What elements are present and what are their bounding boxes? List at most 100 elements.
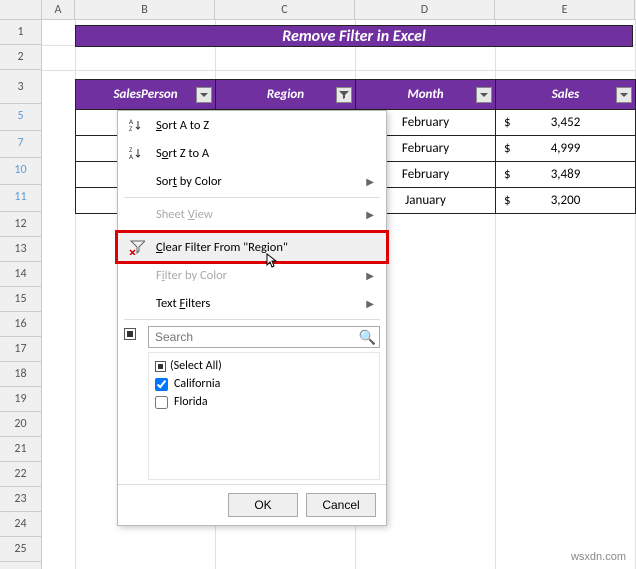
col-C[interactable]: C [215, 0, 355, 19]
cancel-button[interactable]: Cancel [306, 493, 376, 517]
ok-button[interactable]: OK [228, 493, 298, 517]
currency-symbol: $ [504, 167, 511, 182]
menu-button-bar: OK Cancel [118, 484, 386, 525]
page-title: Remove Filter in Excel [75, 25, 633, 47]
dropdown-icon [479, 90, 489, 100]
menu-separator [124, 319, 380, 320]
checkbox[interactable] [155, 396, 168, 409]
header-month: Month [356, 80, 496, 110]
row-21[interactable]: 21 [0, 437, 41, 462]
filter-checklist: (Select All) California Florida [148, 352, 380, 480]
row-2[interactable]: 2 [0, 45, 41, 70]
header-sales: Sales [496, 80, 636, 110]
search-input[interactable] [148, 326, 380, 348]
header-salesperson-label: SalesPerson [113, 87, 177, 102]
corner-cell[interactable] [0, 0, 42, 19]
dropdown-icon [619, 90, 629, 100]
menu-sort-color[interactable]: Sort by Color ▶ [118, 167, 386, 195]
row-1[interactable]: 1 [0, 20, 41, 45]
row-22[interactable]: 22 [0, 462, 41, 487]
row-23[interactable]: 23 [0, 487, 41, 512]
filter-button-region[interactable] [336, 87, 352, 103]
row-3[interactable]: 3 [0, 70, 41, 104]
cell-sales[interactable]: $4,999 [496, 136, 636, 162]
menu-sort-za[interactable]: ZA Sort Z to A [118, 139, 386, 167]
sales-value: 4,999 [551, 141, 581, 156]
check-label: Florida [174, 395, 208, 409]
cell-sales[interactable]: $3,200 [496, 188, 636, 214]
filter-button-salesperson[interactable] [196, 87, 212, 103]
menu-sort-color-label: Sort by Color [156, 174, 366, 189]
currency-symbol: $ [504, 115, 511, 130]
row-10[interactable]: 10 [0, 158, 41, 185]
menu-sort-za-label: Sort Z to A [156, 146, 378, 161]
chevron-right-icon: ▶ [366, 269, 378, 282]
highlight-box: Clear Filter From "Region" [115, 230, 389, 264]
currency-symbol: $ [504, 193, 511, 208]
tristate-checkbox[interactable] [124, 328, 136, 340]
clear-filter-icon [126, 239, 148, 255]
filter-context-menu: AZ Sort A to Z ZA Sort Z to A Sort by Co… [117, 110, 387, 526]
grid-area[interactable]: Remove Filter in Excel SalesPerson Regio… [42, 20, 636, 569]
svg-text:A: A [129, 152, 134, 161]
menu-sort-az[interactable]: AZ Sort A to Z [118, 111, 386, 139]
chevron-right-icon: ▶ [366, 208, 378, 221]
check-label: (Select All) [170, 359, 222, 373]
row-17[interactable]: 17 [0, 337, 41, 362]
check-label: California [174, 377, 220, 391]
row-18[interactable]: 18 [0, 362, 41, 387]
row-24[interactable]: 24 [0, 512, 41, 537]
filter-button-month[interactable] [476, 87, 492, 103]
row-14[interactable]: 14 [0, 262, 41, 287]
row-11[interactable]: 11 [0, 185, 41, 212]
header-salesperson: SalesPerson [76, 80, 216, 110]
menu-filter-color-label: Filter by Color [156, 268, 366, 283]
header-region: Region [216, 80, 356, 110]
menu-sort-az-label: Sort A to Z [156, 118, 378, 133]
col-B[interactable]: B [75, 0, 215, 19]
col-E[interactable]: E [495, 0, 635, 19]
watermark: wsxdn.com [571, 551, 626, 563]
sales-value: 3,452 [551, 115, 581, 130]
tristate-icon [155, 361, 166, 372]
search-icon: 🔍 [359, 329, 376, 346]
row-12[interactable]: 12 [0, 212, 41, 237]
check-florida[interactable]: Florida [151, 393, 377, 411]
currency-symbol: $ [504, 141, 511, 156]
row-7[interactable]: 7 [0, 131, 41, 158]
menu-sheet-view: Sheet View ▶ [118, 200, 386, 228]
col-D[interactable]: D [355, 0, 495, 19]
row-25[interactable]: 25 [0, 537, 41, 562]
sales-value: 3,200 [551, 193, 581, 208]
row-20[interactable]: 20 [0, 412, 41, 437]
col-A[interactable]: A [42, 0, 75, 19]
header-month-label: Month [407, 87, 443, 102]
sort-az-icon: AZ [126, 117, 148, 133]
header-region-label: Region [267, 87, 304, 102]
filter-button-sales[interactable] [616, 87, 632, 103]
filter-active-icon [339, 90, 349, 100]
checkbox[interactable] [155, 378, 168, 391]
sales-value: 3,489 [551, 167, 581, 182]
row-16[interactable]: 16 [0, 312, 41, 337]
check-california[interactable]: California [151, 375, 377, 393]
menu-clear-filter[interactable]: Clear Filter From "Region" [118, 233, 386, 261]
cell-sales[interactable]: $3,489 [496, 162, 636, 188]
row-13[interactable]: 13 [0, 237, 41, 262]
menu-separator [124, 197, 380, 198]
row-15[interactable]: 15 [0, 287, 41, 312]
menu-filter-color: Filter by Color ▶ [118, 261, 386, 289]
check-select-all[interactable]: (Select All) [151, 357, 377, 375]
menu-sheet-view-label: Sheet View [156, 207, 366, 222]
header-sales-label: Sales [552, 87, 580, 102]
menu-text-filters-label: Text Filters [156, 296, 366, 311]
menu-text-filters[interactable]: Text Filters ▶ [118, 289, 386, 317]
row-5[interactable]: 5 [0, 104, 41, 131]
row-19[interactable]: 19 [0, 387, 41, 412]
sort-za-icon: ZA [126, 145, 148, 161]
row-headers: 1 2 3 5 7 10 11 12 13 14 15 16 17 18 19 … [0, 20, 42, 569]
chevron-right-icon: ▶ [366, 175, 378, 188]
cell-sales[interactable]: $3,452 [496, 110, 636, 136]
column-headers: A B C D E [0, 0, 636, 20]
dropdown-icon [199, 90, 209, 100]
